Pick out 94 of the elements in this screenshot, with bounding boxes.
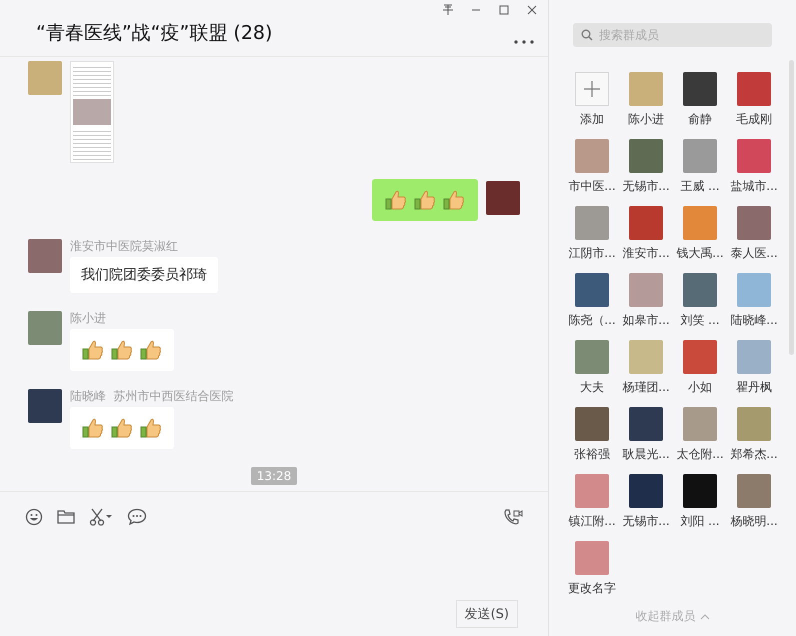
member-name: 陈尧（... [568,313,616,328]
chat-bubble-icon[interactable] [127,508,147,526]
member-avatar[interactable] [737,340,771,374]
search-field[interactable]: 搜索群成员 [573,23,772,47]
member-name: 小如 [688,380,712,395]
image-thumbnail[interactable] [70,61,114,163]
member-avatar[interactable] [683,407,717,441]
member-name: 刘笑 ... [680,313,720,328]
sender-name: 淮安市中医院莫淑红 [70,239,178,253]
member-name: 钱大禹... [676,246,724,261]
member-avatar[interactable] [629,340,663,374]
avatar-photo[interactable] [28,311,62,345]
member-name: 盐城市... [730,179,778,194]
maximize-icon[interactable] [498,4,510,16]
sender-name: 陈小进 [70,311,106,325]
member-avatar[interactable] [629,139,663,173]
member-avatar[interactable] [629,72,663,106]
member-name: 瞿丹枫 [736,380,772,395]
member-name: 市中医... [568,179,616,194]
member-name: 镇江附... [568,514,616,529]
scissors-icon[interactable] [89,508,113,526]
member-name: 郑希杰... [730,447,778,462]
member-name: 杨晓明... [730,514,778,529]
member-name: 毛成刚 [736,112,772,127]
member-name: 添加 [580,112,604,127]
close-icon[interactable] [526,4,538,16]
avatar-photo[interactable] [28,61,62,95]
search-icon [581,29,593,41]
member-avatar[interactable] [629,407,663,441]
member-avatar[interactable] [575,206,609,240]
member-avatar[interactable] [683,474,717,508]
member-avatar[interactable] [737,407,771,441]
member-avatar[interactable] [575,407,609,441]
more-options-icon[interactable] [514,40,534,44]
member-avatar[interactable] [629,206,663,240]
pin-icon[interactable] [442,4,454,16]
member-avatar[interactable] [575,340,609,374]
thumbs-up-icon [139,338,163,362]
chat-title: “青春医线”战“疫”联盟 (28) [36,21,272,46]
member-avatar[interactable] [737,273,771,307]
member-avatar[interactable] [683,206,717,240]
thumbs-up-icon [110,338,134,362]
message-bubble: 我们院团委委员祁琦 [70,257,218,293]
member-name: 大夫 [580,380,604,395]
video-call-icon[interactable] [503,508,523,526]
member-avatar[interactable] [575,474,609,508]
chevron-up-icon[interactable] [700,614,710,620]
plus-icon [584,81,600,97]
sender-name: 陆晓峰 苏州市中西医结合医院 [70,389,234,403]
member-avatar[interactable] [683,340,717,374]
add-member-button[interactable] [575,72,609,106]
timestamp: 13:28 [250,467,298,485]
member-name: 淮安市... [622,246,670,261]
member-name: 江阴市... [568,246,616,261]
emoji-icon[interactable] [25,508,43,526]
member-avatar[interactable] [575,273,609,307]
member-name: 刘阳 ... [680,514,720,529]
thumbs-up-icon [110,416,134,440]
member-name: 耿晨光... [622,447,670,462]
member-avatar[interactable] [737,474,771,508]
member-avatar[interactable] [575,541,609,575]
thumbs-up-icon [139,416,163,440]
member-avatar[interactable] [737,139,771,173]
thumbs-up-icon [81,338,105,362]
member-name: 更改名字 [568,581,616,596]
member-name: 杨瑾团... [622,380,670,395]
thumbs-up-icon [413,188,437,212]
member-name: 无锡市... [622,514,670,529]
member-name: 太仓附... [676,447,724,462]
thumbs-up-icon [442,188,466,212]
member-name: 泰人医... [730,246,778,261]
member-name: 陆晓峰... [730,313,778,328]
member-avatar[interactable] [629,474,663,508]
member-avatar[interactable] [629,273,663,307]
member-avatar[interactable] [683,139,717,173]
member-name: 张裕强 [574,447,610,462]
member-avatar[interactable] [683,72,717,106]
avatar-photo[interactable] [486,181,520,215]
member-name: 俞静 [688,112,712,127]
scrollbar[interactable] [789,60,794,355]
thumbs-up-icon [384,188,408,212]
member-avatar[interactable] [737,72,771,106]
member-avatar[interactable] [683,273,717,307]
member-name: 如皋市... [622,313,670,328]
member-avatar[interactable] [575,139,609,173]
folder-icon[interactable] [57,509,75,525]
send-button[interactable]: 发送(S) [456,600,518,628]
thumbs-up-icon [81,416,105,440]
avatar-photo[interactable] [28,389,62,423]
member-name: 陈小进 [628,112,664,127]
avatar-photo[interactable] [28,239,62,273]
member-name: 王威 ... [680,179,720,194]
member-avatar[interactable] [737,206,771,240]
member-name: 无锡市... [622,179,670,194]
